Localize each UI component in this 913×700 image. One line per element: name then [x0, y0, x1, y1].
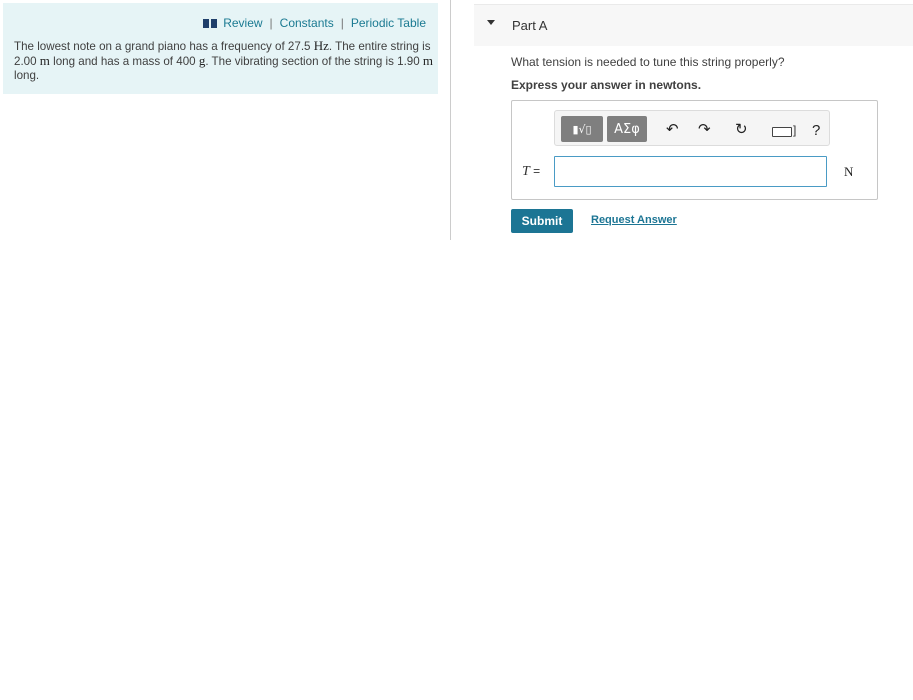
greek-symbols-button[interactable]: ΑΣφ: [607, 116, 647, 142]
book-icon: [203, 18, 218, 28]
unit-m: m: [422, 53, 434, 68]
keyboard-bracket: ]: [793, 123, 797, 137]
template-button[interactable]: ▮√▯: [561, 116, 603, 142]
problem-text: long and has a mass of 400: [49, 55, 199, 68]
equals-sign: =: [529, 164, 541, 178]
request-answer-link[interactable]: Request Answer: [591, 214, 677, 226]
help-icon[interactable]: ?: [812, 122, 820, 139]
problem-text: . The vibrating section of the string is…: [205, 55, 423, 68]
review-link[interactable]: Review: [223, 16, 262, 30]
part-header[interactable]: Part A: [474, 4, 913, 46]
unit-label: N: [844, 164, 854, 179]
link-separator: |: [269, 16, 273, 30]
question-text: What tension is needed to tune this stri…: [511, 55, 785, 69]
submit-button[interactable]: Submit: [511, 209, 573, 233]
part-title: Part A: [512, 18, 548, 33]
answer-box: ▮√▯ ΑΣφ ↶ ↷ ↻ ] ? T = N: [511, 100, 878, 200]
problem-text: long.: [14, 69, 40, 82]
panel-divider: [450, 0, 451, 240]
link-separator: |: [340, 16, 344, 30]
problem-text: The lowest note on a grand piano has a f…: [14, 40, 314, 53]
unit-hz: Hz: [313, 38, 329, 53]
collapse-caret-icon[interactable]: [487, 20, 495, 25]
answer-input[interactable]: [554, 156, 827, 187]
undo-icon[interactable]: ↶: [666, 122, 679, 137]
periodic-table-link[interactable]: Periodic Table: [351, 16, 426, 30]
problem-panel: Review | Constants | Periodic Table The …: [3, 3, 438, 94]
problem-statement: The lowest note on a grand piano has a f…: [14, 39, 434, 83]
unit-m: m: [39, 53, 50, 68]
constants-link[interactable]: Constants: [280, 16, 334, 30]
resource-links: Review | Constants | Periodic Table: [203, 16, 426, 30]
variable-name: T: [522, 164, 530, 179]
variable-label: T =: [522, 164, 540, 180]
answer-instruction: Express your answer in newtons.: [511, 78, 702, 92]
keyboard-icon[interactable]: [772, 127, 792, 137]
math-toolbar: ▮√▯ ΑΣφ ↶ ↷ ↻ ] ?: [554, 110, 830, 146]
reset-icon[interactable]: ↻: [735, 122, 748, 137]
redo-icon[interactable]: ↷: [698, 122, 711, 137]
